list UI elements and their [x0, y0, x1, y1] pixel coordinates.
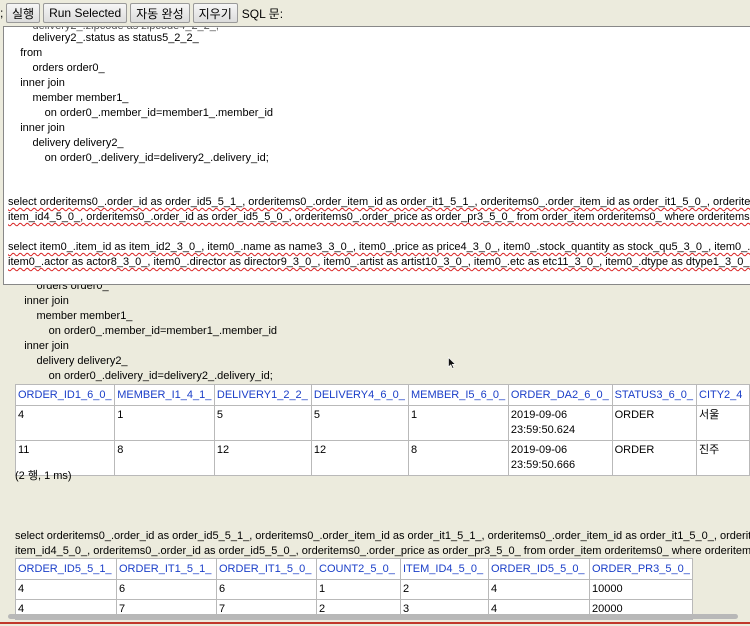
table-row: 4 6 6 1 2 4 10000: [15, 579, 693, 600]
table-cell: 12: [310, 440, 409, 476]
result-sql-line: inner join: [12, 340, 69, 352]
column-header[interactable]: DELIVERY4_6_0_: [310, 384, 409, 406]
table-cell: 1: [316, 579, 401, 600]
editor-line: member member1_: [8, 92, 129, 104]
table-cell: 2019-09-06 23:59:50.624: [507, 405, 613, 441]
table-cell: 10000: [589, 579, 693, 600]
editor-line: item_id4_5_0_, orderitems0_.order_id as …: [8, 211, 750, 223]
table-cell: 8: [407, 440, 509, 476]
column-header[interactable]: MEMBER_I1_4_1_: [114, 384, 215, 406]
result-sql-line: select orderitems0_.order_id as order_id…: [15, 530, 750, 542]
column-header[interactable]: COUNT2_5_0_: [316, 558, 401, 580]
column-header[interactable]: ORDER_ID1_6_0_: [14, 384, 116, 406]
table-cell: 4: [15, 579, 117, 600]
autocomplete-button[interactable]: 자동 완성: [130, 3, 190, 23]
column-header[interactable]: ORDER_ID5_5_0_: [488, 558, 590, 580]
table-cell: 6: [216, 579, 317, 600]
column-header[interactable]: DELIVERY1_2_2_: [213, 384, 312, 406]
table-cell: 4: [14, 405, 116, 441]
column-header[interactable]: STATUS3_6_0_: [611, 384, 698, 406]
table-cell: 5: [310, 405, 409, 441]
column-header[interactable]: ORDER_DA2_6_0_: [507, 384, 613, 406]
run-button[interactable]: 실행: [6, 3, 41, 23]
table-cell: ORDER: [611, 440, 698, 476]
clear-button[interactable]: 지우기: [192, 3, 238, 23]
toolbar-lead-glyph: ;: [0, 6, 3, 20]
editor-line: inner join: [8, 122, 65, 134]
column-header[interactable]: ORDER_PR3_5_0_: [589, 558, 693, 580]
sql-statement-label: SQL 문:: [241, 6, 284, 21]
table-cell: 2: [400, 579, 489, 600]
editor-line: delivery delivery2_: [8, 137, 124, 149]
editor-line: on order0_.member_id=member1_.member_id: [8, 107, 274, 119]
editor-line: delivery2_.status as status5_2_2_: [8, 32, 199, 44]
result-sql-line: member member1_: [12, 310, 133, 322]
table-row: 4 1 5 5 1 2019-09-06 23:59:50.624 ORDER …: [14, 405, 750, 441]
result-table-order-items: ORDER_ID5_5_1_ ORDER_IT1_5_1_ ORDER_IT1_…: [15, 558, 693, 620]
run-selected-button[interactable]: Run Selected: [43, 3, 128, 23]
toolbar: ; 실행 Run Selected 자동 완성 지우기 SQL 문:: [0, 0, 750, 26]
table-header-row: ORDER_ID1_6_0_ MEMBER_I1_4_1_ DELIVERY1_…: [14, 384, 750, 406]
table-cell: 1: [114, 405, 215, 441]
bottom-red-divider: [0, 622, 750, 624]
editor-line: from: [8, 47, 43, 59]
scrollbar-thumb[interactable]: [8, 614, 738, 619]
table-cell: 진주: [696, 440, 750, 476]
table-cell: 8: [114, 440, 215, 476]
horizontal-scrollbar[interactable]: [0, 613, 750, 621]
table-row: 11 8 12 12 8 2019-09-06 23:59:50.666 ORD…: [14, 440, 750, 476]
column-header[interactable]: ITEM_ID4_5_0_: [400, 558, 489, 580]
editor-line: select orderitems0_.order_id as order_id…: [8, 196, 750, 208]
table-cell: 2019-09-06 23:59:50.666: [507, 440, 613, 476]
result-sql-line: inner join: [12, 295, 69, 307]
result-sql-line: item_id4_5_0_, orderitems0_.order_id as …: [15, 545, 750, 557]
table-cell: ORDER: [611, 405, 698, 441]
column-header[interactable]: ORDER_ID5_5_1_: [15, 558, 117, 580]
editor-line: select item0_.item_id as item_id2_3_0_, …: [8, 241, 750, 253]
table-cell: 12: [213, 440, 312, 476]
result-sql-line: on order0_.delivery_id=delivery2_.delive…: [12, 370, 273, 382]
table-cell: 5: [213, 405, 312, 441]
sql-editor[interactable]: delivery2_.zipcode as zipcode4_2_2_, del…: [3, 26, 750, 285]
table-cell: 1: [407, 405, 509, 441]
result-sql-line: on order0_.member_id=member1_.member_id: [12, 325, 278, 337]
table-cell: 6: [116, 579, 217, 600]
result-sql-line: orders order0_: [12, 285, 109, 292]
table-header-row: ORDER_ID5_5_1_ ORDER_IT1_5_1_ ORDER_IT1_…: [15, 558, 693, 580]
editor-line: on order0_.delivery_id=delivery2_.delive…: [8, 152, 269, 164]
table-cell: 4: [488, 579, 590, 600]
result-table-orders: ORDER_ID1_6_0_ MEMBER_I1_4_1_ DELIVERY1_…: [14, 384, 750, 476]
column-header[interactable]: CITY2_4: [696, 384, 750, 406]
results-panel: orders order0_ inner join member member1…: [0, 285, 750, 626]
table-cell: 서울: [696, 405, 750, 441]
column-header[interactable]: ORDER_IT1_5_0_: [216, 558, 317, 580]
editor-line: orders order0_: [8, 62, 105, 74]
mouse-pointer-icon: [448, 357, 456, 369]
column-header[interactable]: MEMBER_I5_6_0_: [407, 384, 509, 406]
result-sql-line: delivery delivery2_: [12, 355, 128, 367]
column-header[interactable]: ORDER_IT1_5_1_: [116, 558, 217, 580]
editor-line: item0_.actor as actor8_3_0_, item0_.dire…: [8, 256, 750, 268]
result-summary: (2 행, 1 ms): [15, 470, 72, 482]
editor-line: inner join: [8, 77, 65, 89]
